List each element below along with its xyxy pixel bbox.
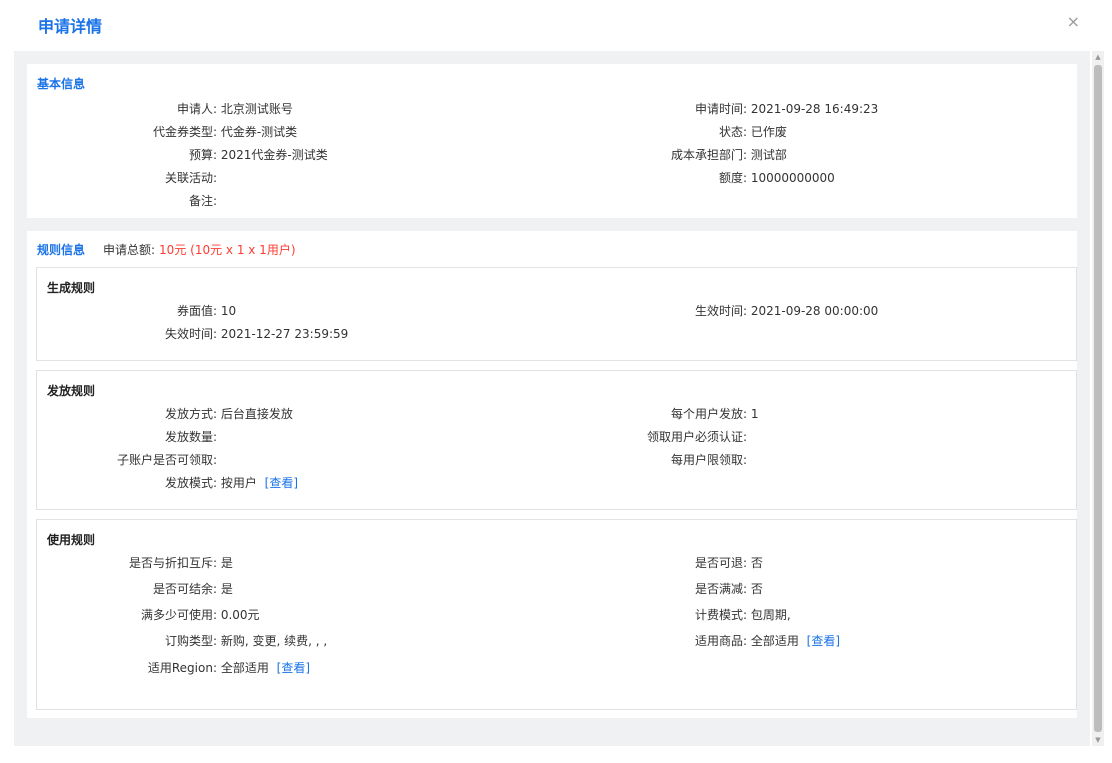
- basic-info-title: 基本信息: [37, 77, 86, 91]
- issue-rules-box: 发放规则 发放方式: 后台直接发放 每个用户发放: 1 发放数量: 领取用户必须…: [36, 370, 1077, 510]
- refundable-label: 是否可退:: [694, 556, 747, 570]
- generate-rules-title: 生成规则: [47, 281, 96, 295]
- amount-value: 10000000000: [750, 171, 835, 185]
- per-user-row: 每个用户发放: 1: [37, 406, 759, 422]
- products-label: 适用商品:: [694, 634, 747, 648]
- close-icon[interactable]: ×: [1067, 12, 1080, 32]
- expire-time-label: 失效时间:: [164, 327, 217, 341]
- products-value: 全部适用: [750, 634, 799, 648]
- expire-time-value: 2021-12-27 23:59:59: [220, 327, 349, 341]
- full-reduce-row: 是否满减: 否: [37, 581, 763, 597]
- effective-time-row: 生效时间: 2021-09-28 00:00:00: [37, 303, 878, 319]
- per-user-label: 每个用户发放:: [670, 407, 747, 421]
- usage-rules-title: 使用规则: [47, 533, 96, 547]
- region-row: 适用Region: 全部适用 [查看]: [37, 660, 310, 676]
- apply-time-value: 2021-09-28 16:49:23: [750, 102, 879, 116]
- issue-mode-view-link[interactable]: [查看]: [265, 476, 298, 490]
- total-amount: 申请总额: 10元 (10元 x 1 x 1用户): [103, 241, 296, 258]
- refundable-row: 是否可退: 否: [37, 555, 763, 571]
- generate-rules-box: 生成规则 券面值: 10 生效时间: 2021-09-28 00:00:00 失…: [36, 267, 1077, 361]
- per-user-value: 1: [750, 407, 759, 421]
- billing-mode-label: 计费模式:: [694, 608, 747, 622]
- dialog-title: 申请详情: [38, 17, 103, 36]
- full-reduce-value: 否: [750, 582, 763, 596]
- issue-rules-title: 发放规则: [47, 384, 96, 398]
- products-row: 适用商品: 全部适用 [查看]: [37, 633, 840, 649]
- apply-time-label: 申请时间:: [694, 102, 747, 116]
- scroll-down-arrow-icon[interactable]: ▼: [1092, 734, 1104, 746]
- amount-row: 额度: 10000000000: [27, 170, 835, 186]
- status-value: 已作废: [750, 125, 787, 139]
- amount-label: 额度:: [718, 171, 747, 185]
- cost-dept-label: 成本承担部门:: [670, 148, 747, 162]
- limit-per-user-row: 每用户限领取:: [37, 452, 747, 468]
- apply-time-row: 申请时间: 2021-09-28 16:49:23: [27, 101, 878, 117]
- billing-mode-row: 计费模式: 包周期,: [37, 607, 791, 623]
- issue-mode-label: 发放模式:: [164, 476, 217, 490]
- must-verify-label: 领取用户必须认证:: [646, 430, 747, 444]
- scrollbar-thumb[interactable]: [1094, 65, 1102, 732]
- issue-mode-row: 发放模式: 按用户 [查看]: [37, 475, 298, 491]
- effective-time-value: 2021-09-28 00:00:00: [750, 304, 879, 318]
- total-amount-value: 10元 (10元 x 1 x 1用户): [159, 243, 296, 257]
- expire-time-row: 失效时间: 2021-12-27 23:59:59: [37, 326, 348, 342]
- usage-rules-box: 使用规则 是否与折扣互斥: 是 是否可退: 否 是否可结余: 是 是否满减: 否…: [36, 519, 1077, 710]
- billing-mode-value: 包周期,: [750, 608, 791, 622]
- status-row: 状态: 已作废: [27, 124, 787, 140]
- must-verify-row: 领取用户必须认证:: [37, 429, 747, 445]
- remark-label: 备注:: [188, 194, 217, 208]
- products-view-link[interactable]: [查看]: [807, 634, 840, 648]
- effective-time-label: 生效时间:: [694, 304, 747, 318]
- limit-per-user-label: 每用户限领取:: [670, 453, 747, 467]
- region-label: 适用Region:: [147, 661, 217, 675]
- dialog-body[interactable]: 基本信息 申请人: 北京测试账号 申请时间: 2021-09-28 16:49:…: [14, 51, 1090, 746]
- scroll-up-arrow-icon[interactable]: ▲: [1092, 51, 1104, 63]
- region-view-link[interactable]: [查看]: [277, 661, 310, 675]
- basic-info-card: 基本信息 申请人: 北京测试账号 申请时间: 2021-09-28 16:49:…: [27, 64, 1077, 218]
- rules-card: 规则信息 申请总额: 10元 (10元 x 1 x 1用户) 生成规则 券面值: …: [27, 231, 1077, 718]
- cost-dept-value: 测试部: [750, 148, 787, 162]
- status-label: 状态:: [718, 125, 747, 139]
- total-amount-label: 申请总额:: [103, 243, 156, 257]
- full-reduce-label: 是否满减:: [694, 582, 747, 596]
- refundable-value: 否: [750, 556, 763, 570]
- region-value: 全部适用: [220, 661, 269, 675]
- vertical-scrollbar[interactable]: ▲ ▼: [1092, 51, 1104, 746]
- cost-dept-row: 成本承担部门: 测试部: [27, 147, 787, 163]
- rules-title: 规则信息: [37, 243, 86, 257]
- remark-row: 备注:: [27, 193, 217, 209]
- issue-mode-value: 按用户: [220, 476, 257, 490]
